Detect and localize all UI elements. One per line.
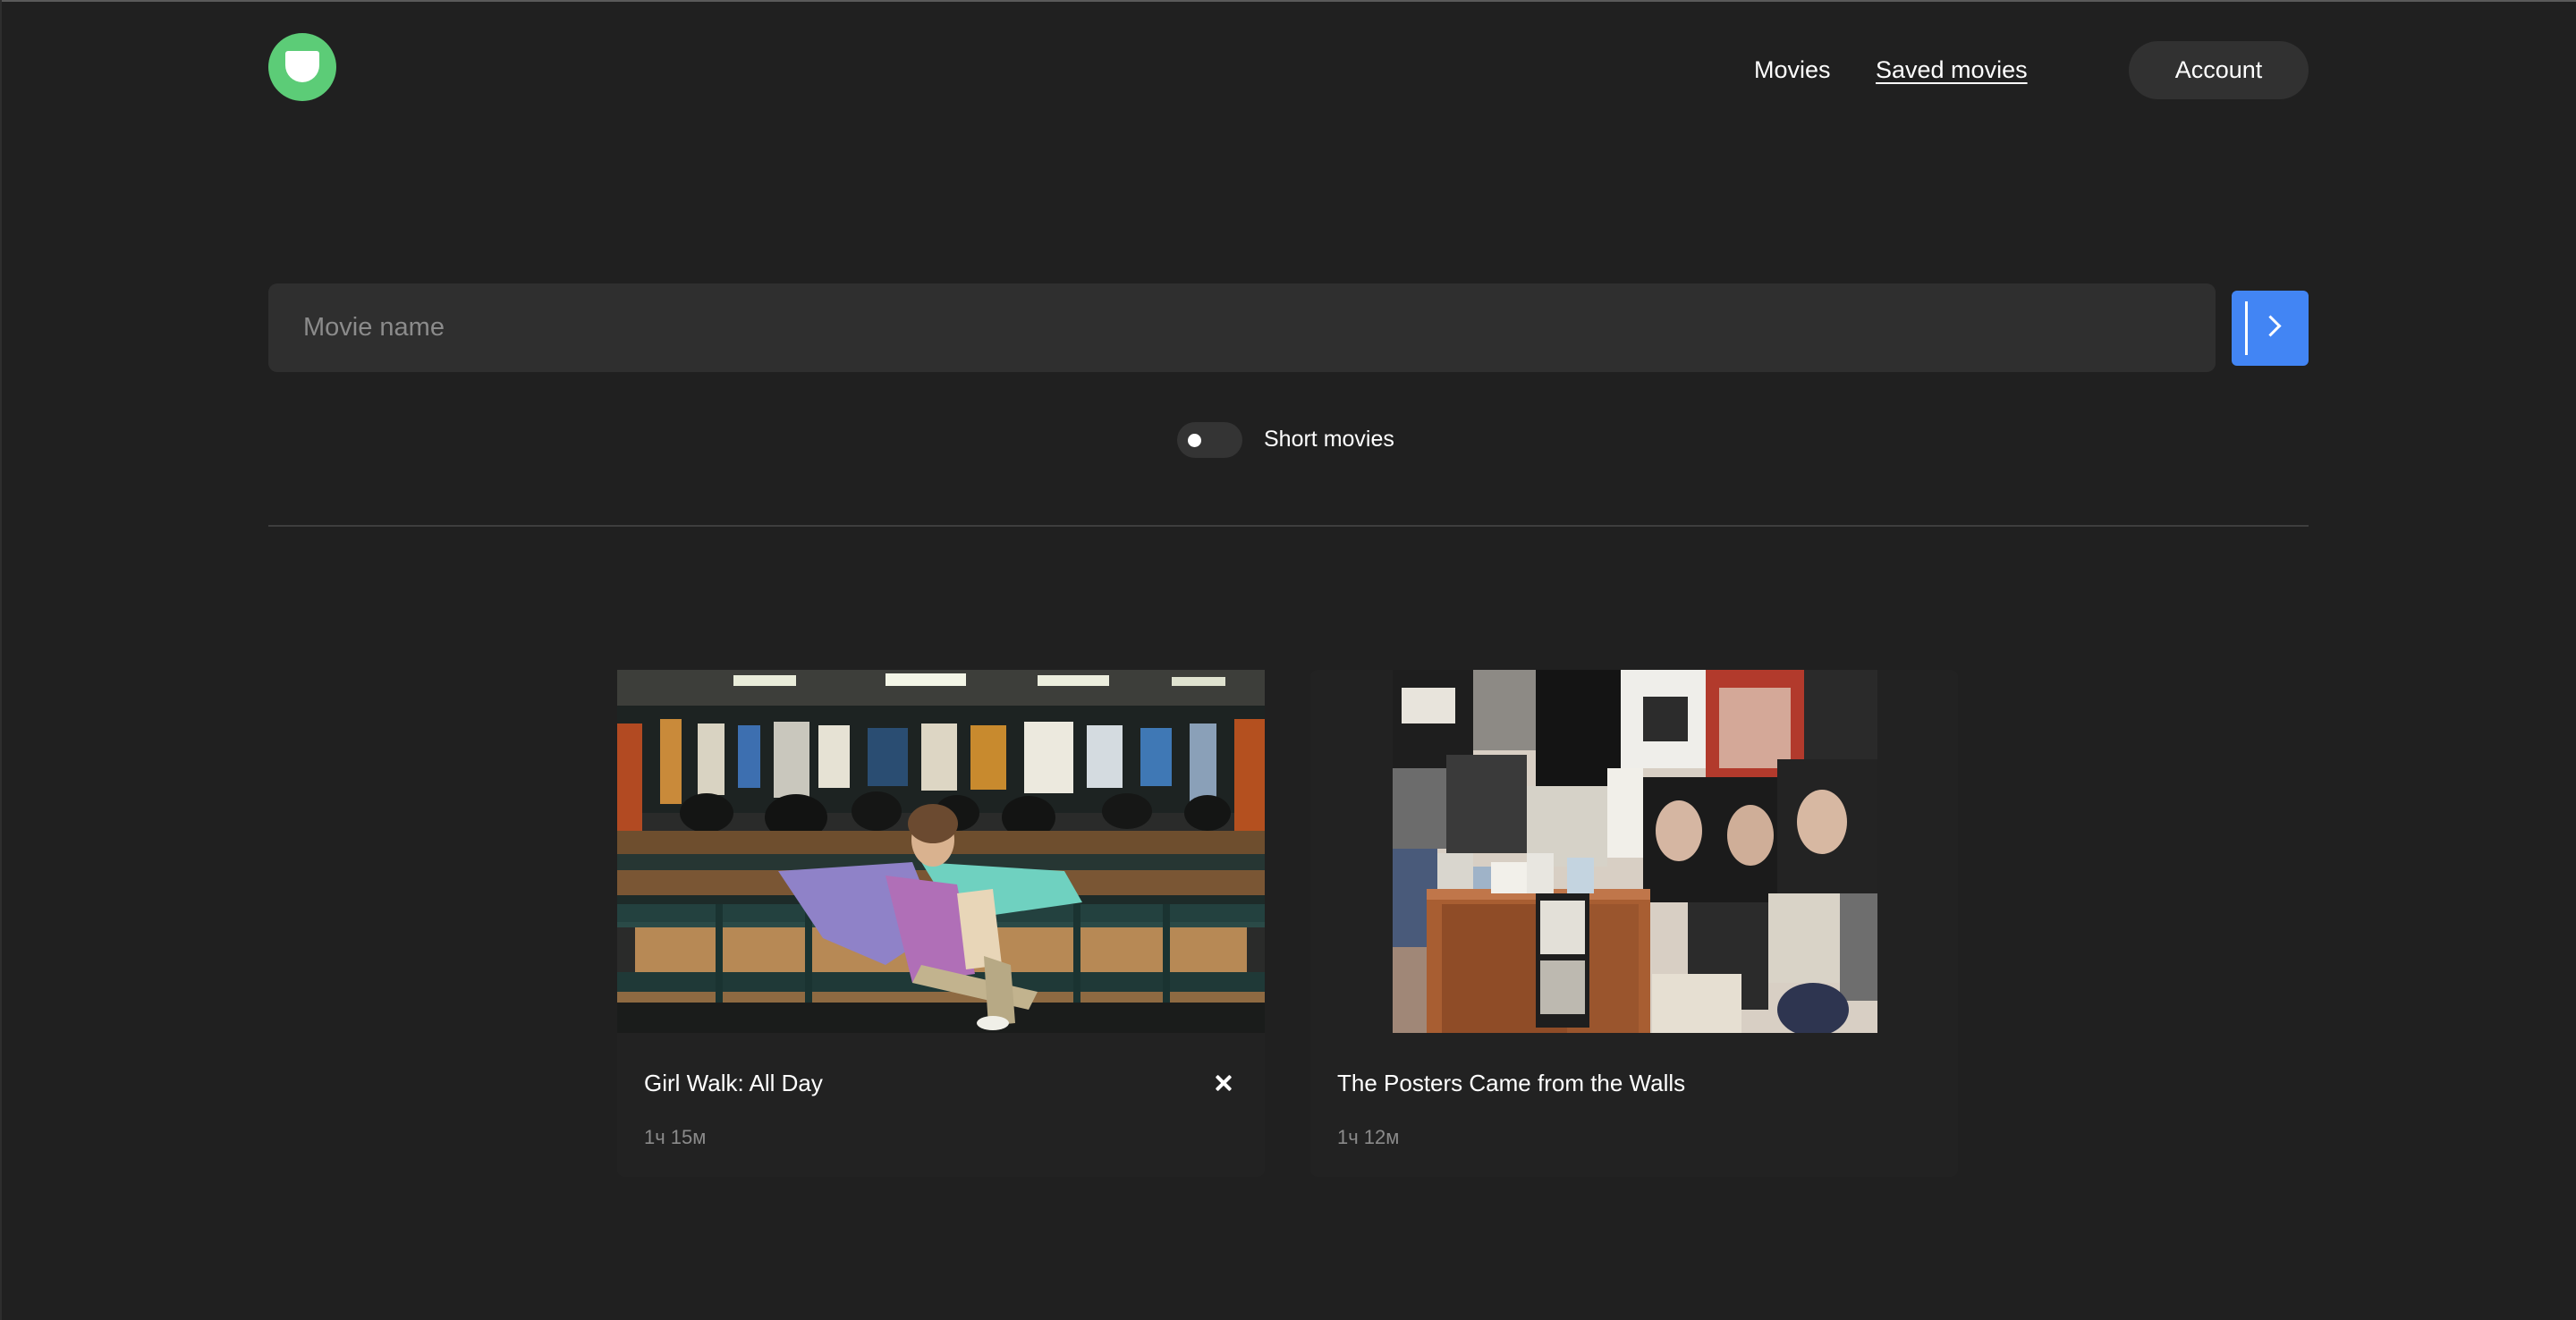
section-divider [268, 525, 2309, 527]
movie-thumbnail[interactable] [617, 670, 1265, 1033]
chevron-right-icon [2259, 315, 2282, 337]
account-button[interactable]: Account [2129, 41, 2309, 99]
movie-title: The Posters Came from the Walls [1337, 1070, 1686, 1096]
movie-duration: 1ч 12м [1337, 1126, 1400, 1148]
window-left-border [0, 0, 2, 1320]
short-movies-toggle[interactable] [1177, 422, 1242, 458]
movie-thumbnail[interactable] [1393, 670, 1877, 1033]
divider-line [2245, 301, 2248, 355]
movie-card[interactable]: The Posters Came from the Walls 1ч 12м [1310, 670, 1958, 1177]
short-movies-label: Short movies [1264, 427, 1394, 452]
movie-title: Girl Walk: All Day [644, 1070, 823, 1096]
poster-wall-image [1393, 670, 1877, 1033]
logo-mark [285, 51, 319, 82]
movie-card[interactable]: Girl Walk: All Day 1ч 15м [617, 670, 1265, 1177]
app-logo-icon[interactable] [268, 33, 336, 101]
toggle-knob [1188, 434, 1201, 447]
search-submit-button[interactable] [2232, 291, 2309, 366]
close-icon[interactable] [1209, 1069, 1238, 1097]
movie-duration: 1ч 15м [644, 1126, 707, 1148]
ferry-interior-image [617, 670, 1265, 1033]
nav-movies-link[interactable]: Movies [1754, 55, 1831, 84]
nav-saved-movies-link[interactable]: Saved movies [1876, 55, 2028, 84]
window-top-border [0, 0, 2576, 2]
movie-search-input[interactable] [268, 283, 2216, 372]
